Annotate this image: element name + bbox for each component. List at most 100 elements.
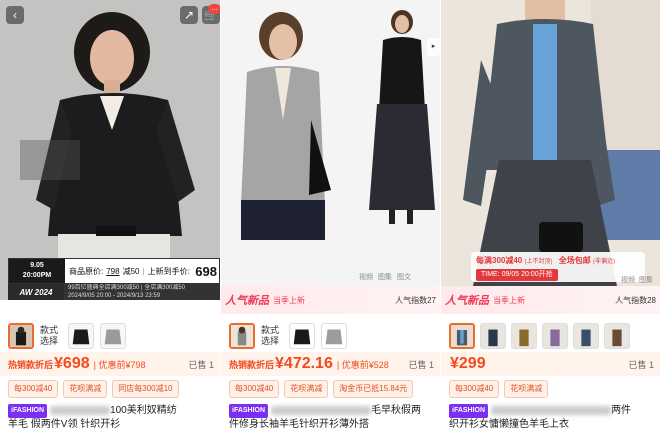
sold-count: 已售 1	[408, 359, 434, 370]
launch-promo-card: 每满300减40 (上不封顶) 全场包邮 (非偏远) TIME: 09/05 2…	[471, 252, 645, 282]
brand-badge: iFASHION	[8, 404, 48, 418]
style-chooser[interactable]: 款式选择	[221, 320, 440, 352]
style-thumb-3[interactable]	[100, 323, 126, 349]
price-tag: 热销款折后	[229, 359, 275, 370]
style-thumb-5[interactable]	[573, 323, 599, 349]
live-icon[interactable]: ▸	[427, 38, 440, 56]
brand-badge: iFASHION	[229, 404, 269, 418]
thumb-image	[231, 325, 253, 347]
style-thumb-2[interactable]	[480, 323, 506, 349]
media-tabs[interactable]: 视频 图集	[621, 275, 653, 285]
thumb-image	[512, 324, 536, 348]
hot-new-logo: 人气新品	[445, 295, 489, 307]
promo-time: 20:00PM	[22, 272, 52, 279]
coupon-1[interactable]: 每300减40	[449, 380, 500, 398]
style-chooser[interactable]	[441, 320, 660, 352]
style-thumb-3[interactable]	[321, 323, 347, 349]
promo-time: TIME: 09/05 20:00开抢	[476, 269, 558, 281]
coupon-1[interactable]: 每300减40	[8, 380, 59, 398]
coupon-2[interactable]: 花呗满减	[63, 380, 108, 398]
popularity-index: 人气指数28	[615, 295, 656, 305]
product-image-1[interactable]: ‹ ↗ 🛒 … 9.05 20:00PM 商品原价: 798 减50 | 上新到…	[0, 0, 220, 300]
style-thumb-3[interactable]	[511, 323, 537, 349]
coupon-1[interactable]: 每300减40	[229, 380, 280, 398]
season-label: AW 2024	[8, 284, 64, 300]
product-image-2[interactable]: ▸ 视频 图集 图文	[221, 0, 440, 286]
product-card-1[interactable]: ‹ ↗ 🛒 … 9.05 20:00PM 商品原价: 798 减50 | 上新到…	[0, 0, 220, 440]
product-image-3[interactable]: 每满300减40 (上不封顶) 全场包邮 (非偏远) TIME: 09/05 2…	[441, 0, 660, 286]
title-line-1: 100美利奴精纺	[110, 405, 177, 416]
product-title-1[interactable]: iFASHION 100美利奴精纺 羊毛 假两件V领 针织开衫	[0, 404, 220, 432]
coupon-3[interactable]: 同店每300减10	[112, 380, 179, 398]
thumb-image	[605, 324, 629, 348]
thumb-image	[543, 324, 567, 348]
style-thumb-1[interactable]	[449, 323, 475, 349]
style-thumb-4[interactable]	[542, 323, 568, 349]
price-row: ¥299 已售 1	[441, 352, 660, 376]
new-price-label: 上新到手价:	[147, 266, 190, 276]
price-tag: 热销款折后	[8, 359, 54, 370]
product-title-2[interactable]: iFASHION 毛早秋假两 件修身长袖羊毛针织开衫薄外搭	[221, 404, 440, 432]
model-photo-blue-cardigan	[441, 0, 660, 286]
tab-gallery[interactable]: 图集	[639, 275, 653, 285]
price-before: | 优惠前¥528	[336, 359, 389, 370]
tab-video[interactable]: 视频	[359, 272, 373, 282]
orig-price: 798	[106, 266, 120, 276]
title-line-1: 毛早秋假两	[371, 405, 422, 416]
hot-new-sub: 当季上新	[273, 295, 305, 305]
thumb-image	[322, 324, 346, 348]
style-thumb-6[interactable]	[604, 323, 630, 349]
coupon-row[interactable]: 每300减40 花呗满减 淘金币已抵15.84元	[221, 380, 440, 398]
share-icon[interactable]: ↗	[180, 6, 198, 24]
hot-new-sub: 当季上新	[493, 295, 525, 305]
thumb-image	[69, 324, 93, 348]
thumb-image	[574, 324, 598, 348]
promo-datetime: 9.05 20:00PM	[9, 259, 65, 283]
tab-gallery[interactable]: 图集	[378, 272, 392, 282]
promo-date: 9.05	[30, 262, 44, 269]
style-label: 款式选择	[261, 325, 280, 346]
coupon-row[interactable]: 每300减40 花呗满减 同店每300减10	[0, 380, 220, 398]
event-line-2: 2024/9/05 20:00 - 2024/9/13 23:59	[68, 293, 161, 299]
promo-extra-note: (非偏远)	[592, 259, 615, 265]
media-tabs[interactable]: 视频 图集 图文	[359, 272, 411, 282]
style-chooser[interactable]: 款式选择	[0, 320, 220, 352]
promo-extra: 全场包邮	[558, 256, 591, 265]
product-card-3[interactable]: 每满300减40 (上不封顶) 全场包邮 (非偏远) TIME: 09/05 2…	[441, 0, 660, 440]
style-thumb-2[interactable]	[289, 323, 315, 349]
blurred-text	[271, 405, 372, 415]
promo-note: (上不封顶)	[524, 259, 553, 265]
coupon-3[interactable]: 淘金币已抵15.84元	[333, 380, 414, 398]
coupon-row[interactable]: 每300减40 花呗满减	[441, 380, 660, 398]
product-card-2[interactable]: ▸ 视频 图集 图文 人气新品 当季上新 人气指数27 款式选择 热销款折后 ¥…	[221, 0, 440, 440]
thumb-image	[10, 325, 32, 347]
product-title-3[interactable]: iFASHION 两件 织开衫女慵懒撞色羊毛上衣	[441, 404, 660, 432]
sold-count: 已售 1	[188, 359, 214, 370]
cart-badge: …	[208, 4, 220, 14]
model-photo-grey-cardigan	[221, 0, 440, 286]
title-line-2: 羊毛 假两件V领 针织开衫	[8, 419, 121, 430]
style-thumb-2[interactable]	[68, 323, 94, 349]
season-bar: AW 2024 99百亿盛典全店满300减50 | 全店满300减50 2024…	[8, 284, 220, 300]
coupon-2[interactable]: 花呗满减	[284, 380, 329, 398]
price-before: | 优惠前¥798	[93, 359, 146, 370]
event-line-1: 99百亿盛典全店满300减50 | 全店满300减50	[68, 285, 185, 291]
price-value: ¥472.16	[275, 355, 333, 372]
hot-new-banner: 人气新品 当季上新 人气指数27	[221, 286, 440, 314]
orig-price-label: 商品原价:	[69, 266, 104, 276]
title-line-2: 件修身长袖羊毛针织开衫薄外搭	[229, 419, 369, 430]
model-photo-black-cardigan	[0, 0, 220, 300]
blurred-text	[50, 405, 111, 415]
popularity-index: 人气指数27	[395, 295, 436, 305]
back-icon[interactable]: ‹	[6, 6, 24, 24]
tab-detail[interactable]: 图文	[397, 272, 411, 282]
discount-text: 减50	[122, 266, 140, 276]
tab-video[interactable]: 视频	[621, 275, 635, 285]
hot-new-banner: 人气新品 当季上新 人气指数28	[441, 286, 660, 314]
final-price: 698	[195, 263, 217, 279]
coupon-2[interactable]: 花呗满减	[504, 380, 549, 398]
style-label: 款式选择	[40, 325, 59, 346]
style-thumb-1[interactable]	[229, 323, 255, 349]
price-row: 热销款折后 ¥698 | 优惠前¥798 已售 1	[0, 352, 220, 376]
style-thumb-1[interactable]	[8, 323, 34, 349]
